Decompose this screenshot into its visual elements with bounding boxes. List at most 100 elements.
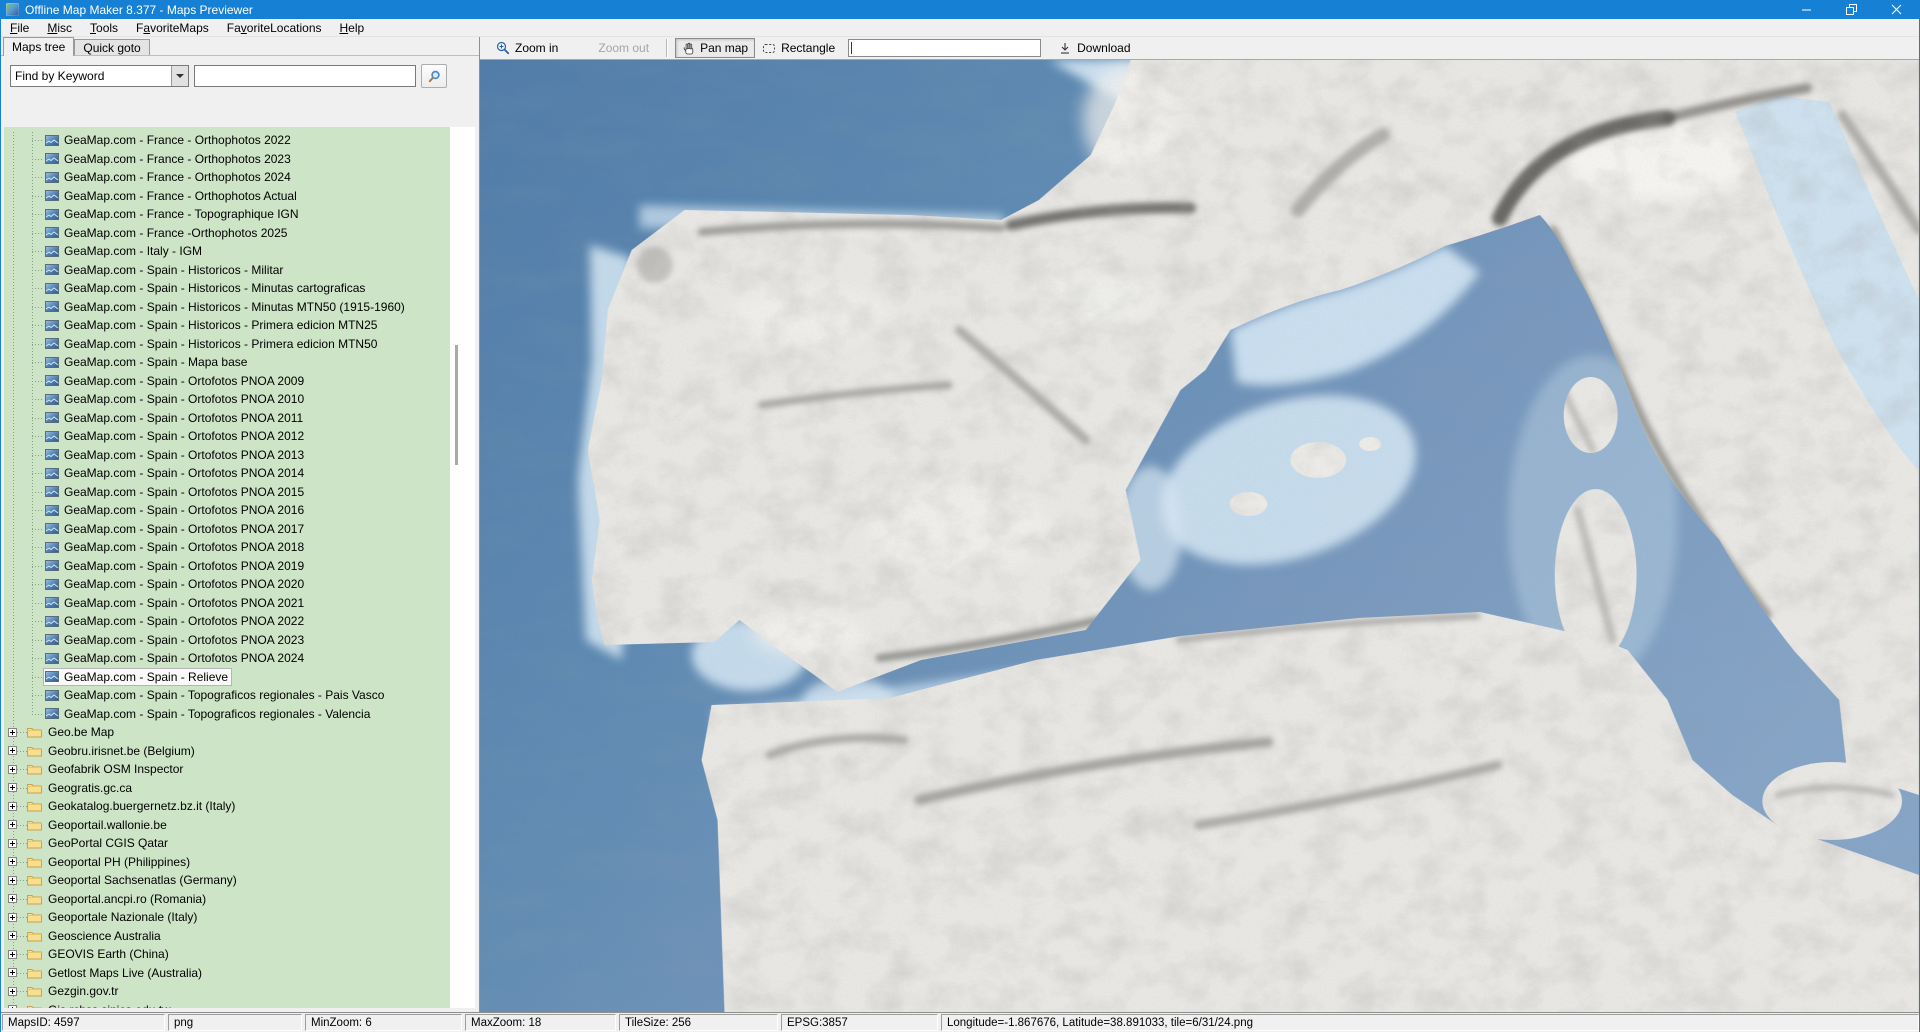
tab-quick-goto[interactable]: Quick goto: [74, 39, 149, 55]
tree-map-item[interactable]: GeaMap.com - Spain - Ortofotos PNOA 2013: [4, 446, 450, 465]
tree-map-item[interactable]: GeaMap.com - France - Orthophotos Actual: [4, 187, 450, 206]
tree-scrollbar-thumb[interactable]: [455, 345, 458, 465]
close-button[interactable]: [1874, 0, 1919, 19]
tree-folder-item[interactable]: Geoportale Nazionale (Italy): [4, 908, 450, 927]
minimize-button[interactable]: [1784, 0, 1829, 19]
expand-plus-icon[interactable]: [8, 894, 17, 903]
menu-item[interactable]: FavoriteMaps: [127, 20, 218, 36]
tree-connector: [32, 492, 44, 493]
chevron-down-icon: [176, 74, 184, 78]
search-button[interactable]: [421, 64, 447, 88]
pan-map-button[interactable]: Pan map: [675, 38, 755, 58]
tree-folder-item[interactable]: Geoportail.wallonie.be: [4, 816, 450, 835]
expand-plus-icon[interactable]: [8, 876, 17, 885]
tree-folder-item[interactable]: Geoscience Australia: [4, 927, 450, 946]
tree-connector: [32, 547, 44, 548]
tree-map-item[interactable]: GeaMap.com - Spain - Ortofotos PNOA 2021: [4, 594, 450, 613]
search-input[interactable]: [194, 65, 416, 87]
tree-item-label: GeaMap.com - France - Orthophotos Actual: [64, 189, 297, 203]
tree-map-item[interactable]: GeaMap.com - Spain - Ortofotos PNOA 2016: [4, 501, 450, 520]
tree-map-item[interactable]: GeaMap.com - Spain - Historicos - Minuta…: [4, 298, 450, 317]
tree-folder-item[interactable]: Geoportal PH (Philippines): [4, 853, 450, 872]
expand-plus-icon[interactable]: [8, 746, 17, 755]
tree-scrollbar-track[interactable]: [450, 127, 475, 1008]
tab-maps-tree[interactable]: Maps tree: [3, 37, 74, 56]
tree-map-item[interactable]: GeaMap.com - Spain - Ortofotos PNOA 2024: [4, 649, 450, 668]
tree-map-item[interactable]: GeaMap.com - Spain - Topograficos region…: [4, 705, 450, 724]
tree-folder-item[interactable]: Geoportal Sachsenatlas (Germany): [4, 871, 450, 890]
tree-map-item[interactable]: GeaMap.com - France - Orthophotos 2024: [4, 168, 450, 187]
tree-folder-item[interactable]: Gis.rchss.sinica.edu.tw: [4, 1001, 450, 1009]
tree-map-item[interactable]: GeaMap.com - Spain - Historicos - Milita…: [4, 261, 450, 280]
expand-plus-icon[interactable]: [8, 1005, 17, 1008]
tree-item-label: Geoportal PH (Philippines): [48, 855, 190, 869]
tree-folder-item[interactable]: Gezgin.gov.tr: [4, 982, 450, 1001]
tree-map-item[interactable]: GeaMap.com - Spain - Ortofotos PNOA 2017: [4, 520, 450, 539]
tree-map-item[interactable]: GeaMap.com - Spain - Ortofotos PNOA 2018: [4, 538, 450, 557]
tree-map-item[interactable]: GeaMap.com - France - Orthophotos 2022: [4, 131, 450, 150]
map-layer-icon: [45, 246, 59, 257]
tree-connector: [32, 677, 44, 678]
zoom-in-button[interactable]: Zoom in: [489, 38, 565, 58]
expand-plus-icon[interactable]: [8, 820, 17, 829]
toolbar-text-input[interactable]: [848, 39, 1041, 57]
folder-icon: [27, 930, 42, 942]
tree-map-item[interactable]: GeaMap.com - Spain - Ortofotos PNOA 2023: [4, 631, 450, 650]
menu-item[interactable]: Help: [331, 20, 374, 36]
tree-map-item[interactable]: GeaMap.com - France - Orthophotos 2023: [4, 150, 450, 169]
expand-plus-icon[interactable]: [8, 950, 17, 959]
combo-dropdown-button[interactable]: [171, 66, 188, 86]
download-button[interactable]: Download: [1051, 38, 1137, 58]
tree-map-item[interactable]: GeaMap.com - Spain - Ortofotos PNOA 2014: [4, 464, 450, 483]
tree-folder-item[interactable]: Geofabrik OSM Inspector: [4, 760, 450, 779]
expand-plus-icon[interactable]: [8, 728, 17, 737]
tree-map-item[interactable]: GeaMap.com - Spain - Ortofotos PNOA 2012: [4, 427, 450, 446]
restore-button[interactable]: [1829, 0, 1874, 19]
tree-map-item[interactable]: GeaMap.com - Spain - Topograficos region…: [4, 686, 450, 705]
tree-map-item[interactable]: GeaMap.com - France - Topographique IGN: [4, 205, 450, 224]
map-viewport[interactable]: [480, 60, 1919, 1012]
tree-map-item[interactable]: GeaMap.com - Spain - Ortofotos PNOA 2010: [4, 390, 450, 409]
tree-map-item[interactable]: GeaMap.com - Spain - Ortofotos PNOA 2011: [4, 409, 450, 428]
map-canvas[interactable]: [480, 60, 1919, 1012]
tree-map-item[interactable]: GeaMap.com - Spain - Mapa base: [4, 353, 450, 372]
expand-plus-icon[interactable]: [8, 839, 17, 848]
search-mode-combo[interactable]: Find by Keyword: [10, 65, 189, 87]
tree-folder-item[interactable]: GeoPortal CGIS Qatar: [4, 834, 450, 853]
expand-plus-icon[interactable]: [8, 802, 17, 811]
tree-connector: [32, 603, 44, 604]
expand-plus-icon[interactable]: [8, 783, 17, 792]
tree-folder-item[interactable]: Geogratis.gc.ca: [4, 779, 450, 798]
tree-map-item[interactable]: GeaMap.com - Spain - Ortofotos PNOA 2022: [4, 612, 450, 631]
tree-map-item[interactable]: GeaMap.com - Spain - Ortofotos PNOA 2020: [4, 575, 450, 594]
expand-plus-icon[interactable]: [8, 857, 17, 866]
menu-item[interactable]: File: [1, 20, 38, 36]
tree-map-item[interactable]: GeaMap.com - Italy - IGM: [4, 242, 450, 261]
tree-folder-item[interactable]: Geobru.irisnet.be (Belgium): [4, 742, 450, 761]
tree-folder-item[interactable]: Getlost Maps Live (Australia): [4, 964, 450, 983]
map-layer-icon: [45, 634, 59, 645]
expand-plus-icon[interactable]: [8, 913, 17, 922]
expand-plus-icon[interactable]: [8, 968, 17, 977]
tree-folder-item[interactable]: Geokatalog.buergernetz.bz.it (Italy): [4, 797, 450, 816]
tree-map-item[interactable]: GeaMap.com - Spain - Historicos - Primer…: [4, 335, 450, 354]
rectangle-button[interactable]: Rectangle: [755, 38, 842, 58]
tree-item-label: GeaMap.com - Spain - Historicos - Primer…: [64, 318, 377, 332]
tree-map-item[interactable]: GeaMap.com - Spain - Historicos - Primer…: [4, 316, 450, 335]
expand-plus-icon[interactable]: [8, 987, 17, 996]
menu-item[interactable]: FavoriteLocations: [218, 20, 331, 36]
tree-map-item[interactable]: GeaMap.com - Spain - Ortofotos PNOA 2009: [4, 372, 450, 391]
tree-map-item[interactable]: GeaMap.com - France -Orthophotos 2025: [4, 224, 450, 243]
tree-folder-item[interactable]: Geo.be Map: [4, 723, 450, 742]
expand-plus-icon[interactable]: [8, 931, 17, 940]
tree-folder-item[interactable]: Geoportal.ancpi.ro (Romania): [4, 890, 450, 909]
menu-item[interactable]: Misc: [38, 20, 81, 36]
tree-folder-item[interactable]: GEOVIS Earth (China): [4, 945, 450, 964]
map-layer-icon: [45, 486, 59, 497]
menu-item[interactable]: Tools: [81, 20, 127, 36]
tree-map-item[interactable]: GeaMap.com - Spain - Ortofotos PNOA 2015: [4, 483, 450, 502]
tree-map-item[interactable]: GeaMap.com - Spain - Historicos - Minuta…: [4, 279, 450, 298]
expand-plus-icon[interactable]: [8, 765, 17, 774]
tree-map-item[interactable]: GeaMap.com - Spain - Relieve: [4, 668, 450, 687]
tree-map-item[interactable]: GeaMap.com - Spain - Ortofotos PNOA 2019: [4, 557, 450, 576]
